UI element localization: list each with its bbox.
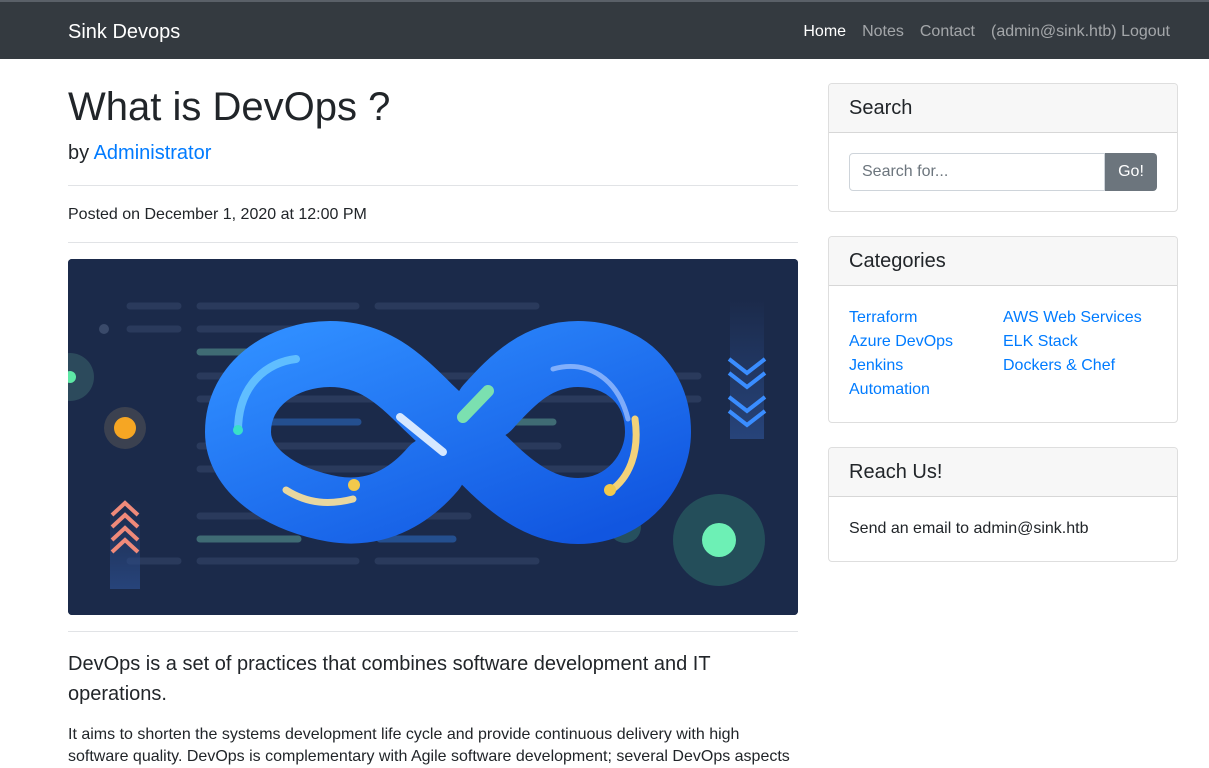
- category-link-aws[interactable]: AWS Web Services: [1003, 306, 1157, 330]
- nav-logout[interactable]: (admin@sink.htb) Logout: [991, 22, 1170, 42]
- category-link-jenkins[interactable]: Jenkins: [849, 354, 1003, 378]
- post-date: Posted on December 1, 2020 at 12:00 PM: [68, 206, 367, 223]
- nav-links: Home Notes Contact (admin@sink.htb) Logo…: [803, 22, 1170, 42]
- nav-contact[interactable]: Contact: [920, 22, 975, 42]
- divider: [68, 631, 798, 632]
- categories-card-title: Categories: [829, 237, 1177, 286]
- reach-us-card-body: Send an email to admin@sink.htb: [829, 497, 1177, 561]
- post-lead: DevOps is a set of practices that combin…: [68, 653, 711, 705]
- nav-home[interactable]: Home: [803, 22, 846, 42]
- categories-card: Categories Terraform Azure DevOps Jenkin…: [828, 236, 1178, 423]
- search-card-title: Search: [829, 84, 1177, 133]
- top-navbar: Sink Devops Home Notes Contact (admin@si…: [0, 0, 1209, 59]
- category-link-elk-stack[interactable]: ELK Stack: [1003, 330, 1157, 354]
- category-link-terraform[interactable]: Terraform: [849, 306, 1003, 330]
- devops-infinity-illustration: [68, 259, 798, 615]
- nav-notes[interactable]: Notes: [862, 22, 904, 42]
- categories-left-column: Terraform Azure DevOps Jenkins Automatio…: [849, 306, 1003, 402]
- reach-us-card: Reach Us! Send an email to admin@sink.ht…: [828, 447, 1178, 562]
- byline-prefix: by: [68, 142, 90, 164]
- byline: by Administrator: [68, 141, 211, 165]
- post-title: What is DevOps ?: [68, 85, 391, 129]
- category-link-automation[interactable]: Automation: [849, 378, 1003, 402]
- categories-right-column: AWS Web Services ELK Stack Dockers & Che…: [1003, 306, 1157, 402]
- search-group: Go!: [849, 153, 1157, 191]
- search-input[interactable]: [849, 153, 1105, 191]
- reach-us-card-title: Reach Us!: [829, 448, 1177, 497]
- reach-us-text: Send an email to admin@sink.htb: [849, 520, 1089, 537]
- search-card-body: Go!: [829, 133, 1177, 211]
- categories-card-body: Terraform Azure DevOps Jenkins Automatio…: [829, 286, 1177, 422]
- search-card: Search Go!: [828, 83, 1178, 212]
- hero-image: [68, 259, 798, 615]
- divider: [68, 242, 798, 243]
- search-go-button[interactable]: Go!: [1105, 153, 1157, 191]
- author-link[interactable]: Administrator: [94, 142, 212, 164]
- categories-list: Terraform Azure DevOps Jenkins Automatio…: [849, 306, 1157, 402]
- brand-link[interactable]: Sink Devops: [68, 20, 180, 44]
- post-body: It aims to shorten the systems developme…: [68, 726, 790, 765]
- divider: [68, 185, 798, 186]
- category-link-dockers-chef[interactable]: Dockers & Chef: [1003, 354, 1157, 378]
- category-link-azure-devops[interactable]: Azure DevOps: [849, 330, 1003, 354]
